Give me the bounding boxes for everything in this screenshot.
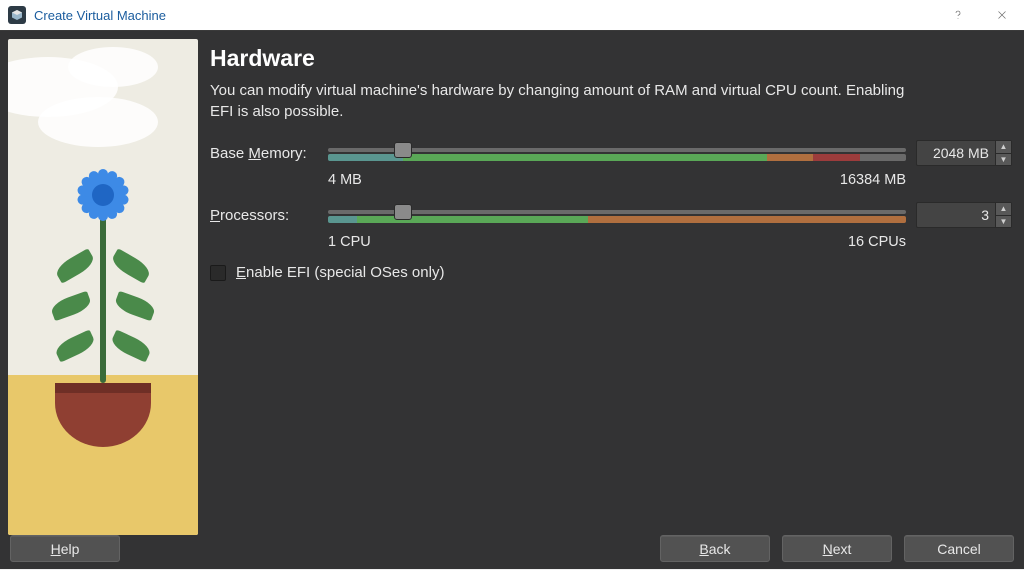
next-button[interactable]: Next: [782, 535, 892, 562]
base-memory-thumb[interactable]: [394, 142, 412, 158]
page-intro: You can modify virtual machine's hardwar…: [210, 80, 930, 122]
cancel-button[interactable]: Cancel: [904, 535, 1014, 562]
base-memory-step-down[interactable]: ▼: [996, 154, 1011, 166]
base-memory-label: Base Memory:: [210, 145, 318, 162]
base-memory-tick-min: 4 MB: [328, 172, 362, 188]
app-icon: [8, 6, 26, 24]
base-memory-tick-max: 16384 MB: [840, 172, 906, 188]
base-memory-step-up[interactable]: ▲: [996, 141, 1011, 154]
title-bar: Create Virtual Machine: [0, 0, 1024, 31]
window-title: Create Virtual Machine: [34, 8, 936, 23]
enable-efi-checkbox[interactable]: [210, 265, 226, 281]
processors-tick-min: 1 CPU: [328, 234, 371, 250]
flower-icon: [73, 165, 133, 225]
base-memory-spinbox[interactable]: 2048 MB ▲ ▼: [916, 140, 1012, 166]
help-button[interactable]: [936, 0, 980, 31]
processors-step-down[interactable]: ▼: [996, 216, 1011, 228]
help-footer-button[interactable]: Help: [10, 535, 120, 562]
processors-label: Processors:: [210, 207, 318, 224]
page-title: Hardware: [210, 45, 1012, 72]
enable-efi-label: Enable EFI (special OSes only): [236, 264, 444, 281]
processors-value[interactable]: 3: [917, 207, 995, 223]
processors-spinbox[interactable]: 3 ▲ ▼: [916, 202, 1012, 228]
wizard-footer: Help Back Next Cancel: [0, 535, 1024, 570]
base-memory-slider[interactable]: [328, 143, 906, 163]
processors-step-up[interactable]: ▲: [996, 203, 1011, 216]
wizard-illustration: [8, 39, 198, 535]
processors-thumb[interactable]: [394, 204, 412, 220]
back-button[interactable]: Back: [660, 535, 770, 562]
base-memory-value[interactable]: 2048 MB: [917, 145, 995, 161]
close-button[interactable]: [980, 0, 1024, 31]
processors-tick-max: 16 CPUs: [848, 234, 906, 250]
processors-slider[interactable]: [328, 205, 906, 225]
